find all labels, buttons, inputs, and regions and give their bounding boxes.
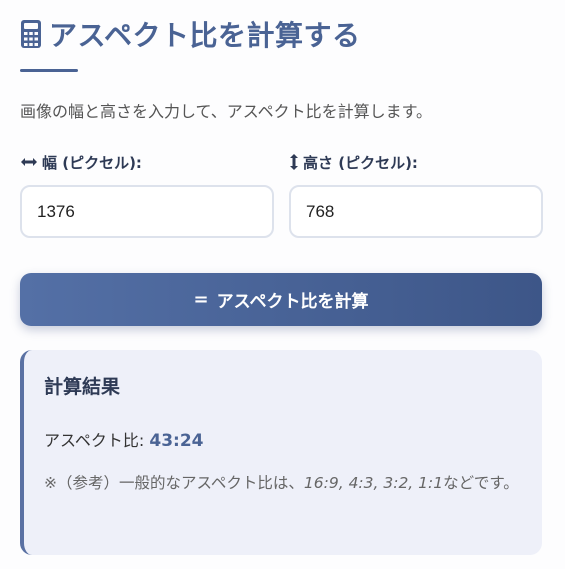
- note-suffix: などです。: [443, 474, 519, 492]
- reference-note: ※（参考）一般的なアスペクト比は、16:9, 4:3, 3:2, 1:1などです…: [44, 469, 524, 497]
- calculate-button[interactable]: = アスペクト比を計算: [20, 273, 542, 326]
- description: 画像の幅と高さを入力して、アスペクト比を計算します。: [20, 102, 433, 121]
- height-label-text: 高さ (ピクセル):: [303, 153, 418, 172]
- note-ratios: 16:9, 4:3, 3:2, 1:1: [303, 474, 444, 492]
- result-title: 計算結果: [44, 376, 121, 398]
- width-label: 幅 (ピクセル):: [20, 152, 274, 172]
- ratio-line: アスペクト比: 43:24: [44, 427, 522, 451]
- equals-icon: =: [193, 289, 209, 310]
- height-label: 高さ (ピクセル):: [289, 152, 543, 172]
- width-input[interactable]: [20, 185, 274, 238]
- horizontal-arrows-icon: [21, 158, 37, 166]
- height-input[interactable]: [289, 185, 543, 238]
- page-title: アスペクト比を計算する: [49, 19, 361, 52]
- calculate-button-label: アスペクト比を計算: [216, 292, 369, 312]
- title-underline: [20, 69, 78, 72]
- ratio-label: アスペクト比:: [44, 431, 145, 450]
- page: アスペクト比を計算する 画像の幅と高さを入力して、アスペクト比を計算します。 幅…: [0, 0, 565, 569]
- width-field-group: 幅 (ピクセル):: [20, 152, 274, 238]
- vertical-arrows-icon: [290, 154, 298, 170]
- ratio-value: 43:24: [149, 431, 204, 451]
- calculator-icon: [21, 20, 41, 48]
- note-prefix: ※（参考）一般的なアスペクト比は、: [44, 474, 304, 492]
- title-row: アスペクト比を計算する: [20, 14, 361, 54]
- result-panel: 計算結果 アスペクト比: 43:24 ※（参考）一般的なアスペクト比は、16:9…: [20, 350, 542, 555]
- height-field-group: 高さ (ピクセル):: [289, 152, 543, 238]
- width-label-text: 幅 (ピクセル):: [42, 153, 142, 172]
